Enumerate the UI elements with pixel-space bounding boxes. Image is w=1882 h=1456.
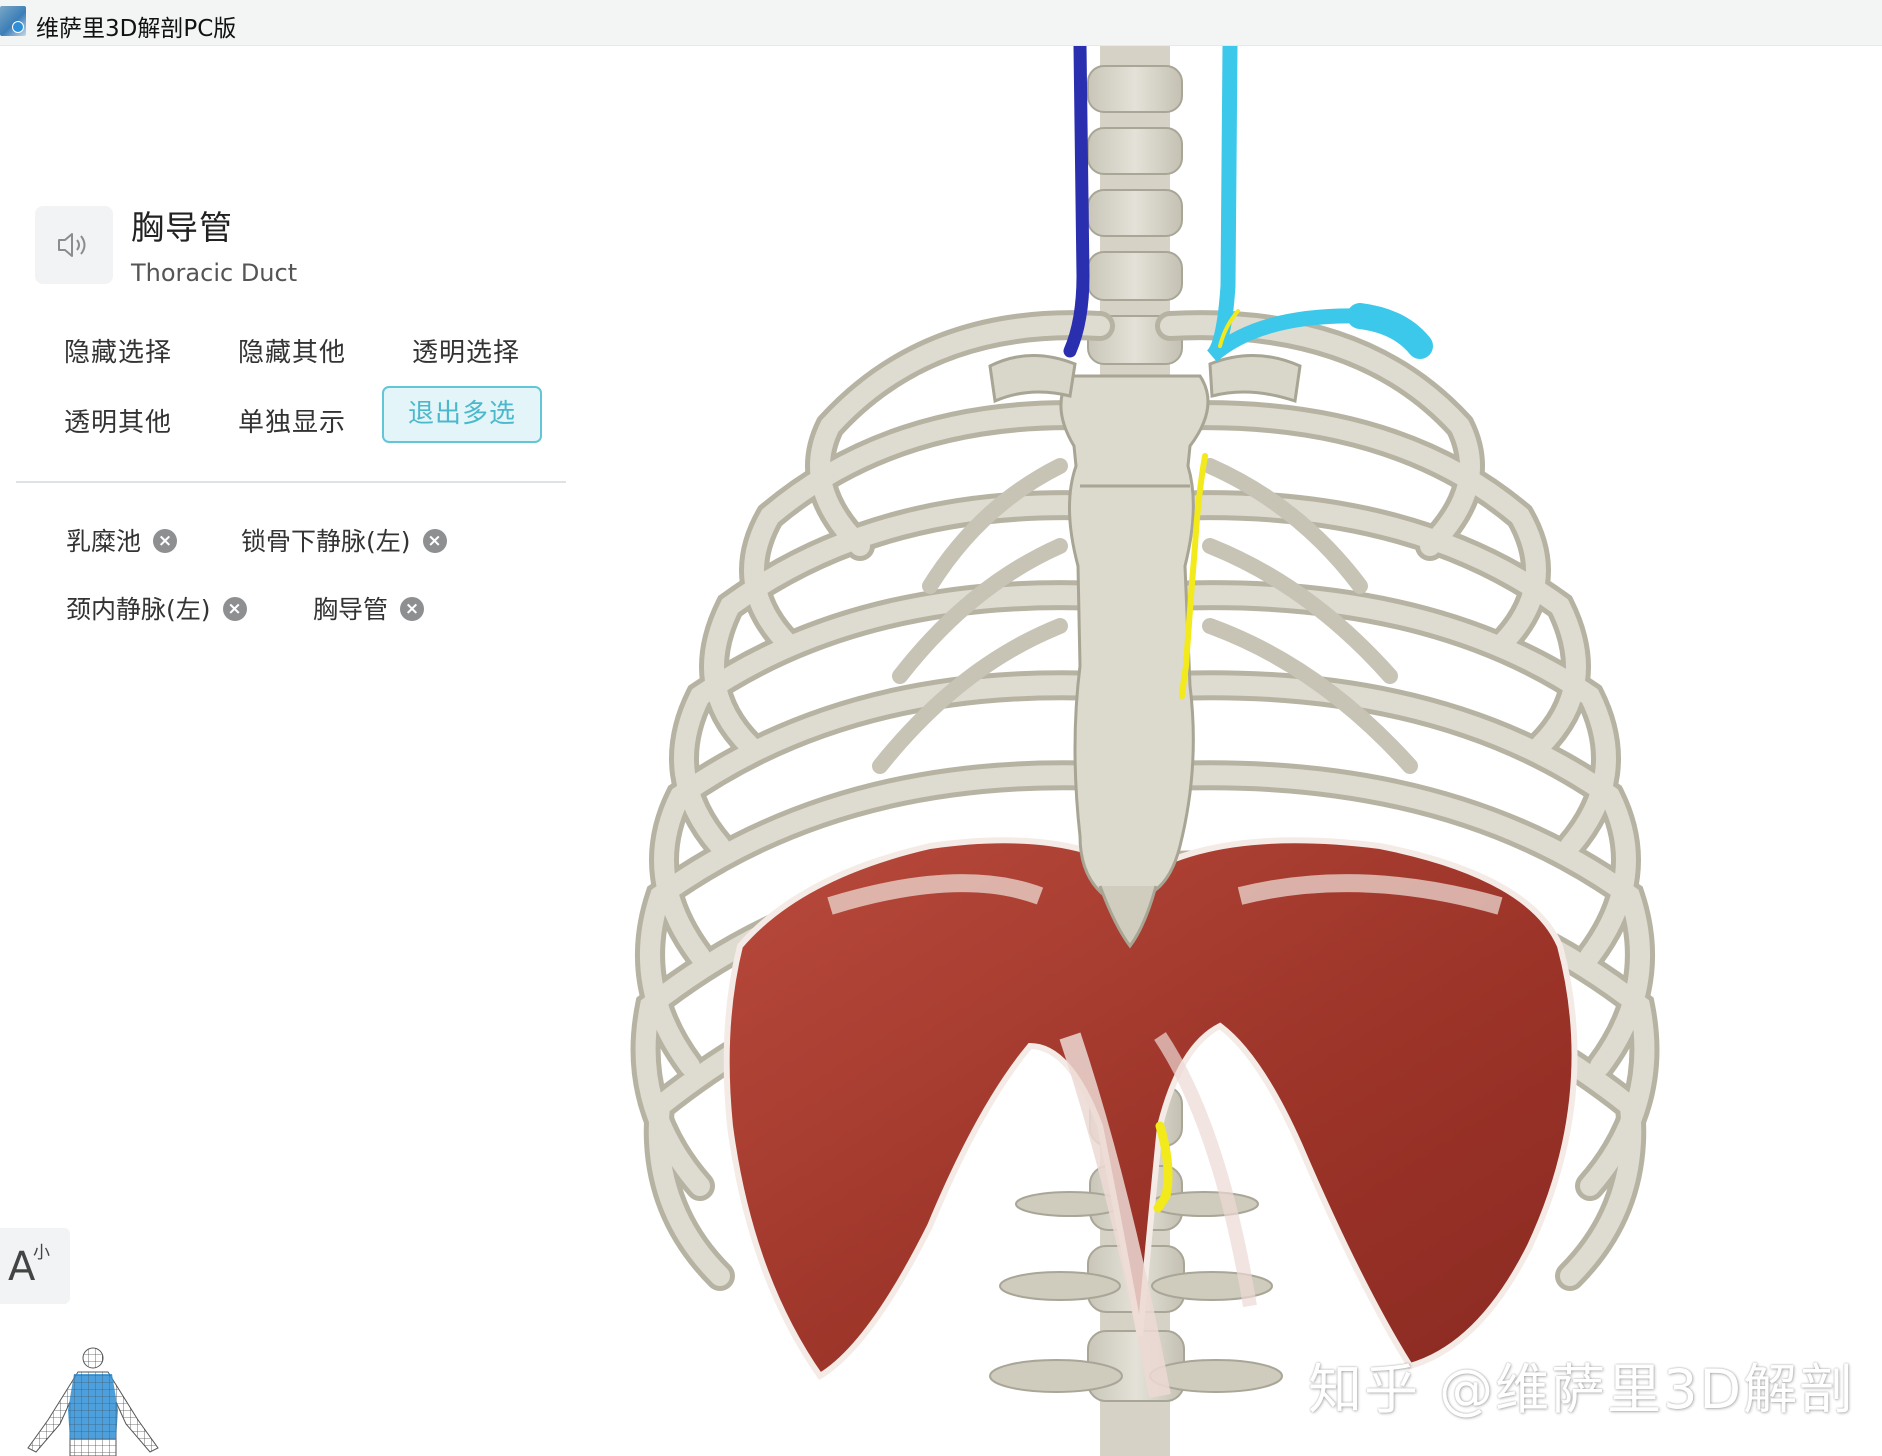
exit-multiselect-button[interactable]: 退出多选 bbox=[382, 386, 542, 443]
hide-others-button[interactable]: 隐藏其他 bbox=[212, 326, 372, 380]
app-icon bbox=[0, 6, 26, 36]
selected-item-chip: 乳糜池 × bbox=[66, 520, 178, 564]
selected-item-chip: 胸导管 × bbox=[313, 588, 425, 632]
chip-label: 胸导管 bbox=[313, 595, 389, 624]
panel-divider bbox=[16, 481, 566, 483]
selected-item-chip: 锁骨下静脉(左) × bbox=[241, 520, 447, 564]
font-size-small-glyph: 小 bbox=[33, 1243, 50, 1263]
pronunciation-speaker-button[interactable] bbox=[35, 206, 113, 284]
hide-selected-button[interactable]: 隐藏选择 bbox=[38, 326, 198, 380]
show-only-button[interactable]: 单独显示 bbox=[212, 396, 372, 450]
transparent-selected-button[interactable]: 透明选择 bbox=[386, 326, 546, 380]
transparent-others-button[interactable]: 透明其他 bbox=[38, 396, 198, 450]
remove-chip-icon[interactable]: × bbox=[422, 529, 447, 553]
body-navigator-icon[interactable] bbox=[18, 1340, 168, 1456]
chip-label: 锁骨下静脉(左) bbox=[241, 527, 411, 556]
diaphragm-muscle bbox=[723, 837, 1578, 1399]
anatomy-3d-viewport[interactable] bbox=[600, 46, 1882, 1456]
remove-chip-icon[interactable]: × bbox=[400, 597, 425, 621]
structure-name-english: Thoracic Duct bbox=[131, 259, 298, 287]
chip-label: 颈内静脉(左) bbox=[66, 595, 211, 624]
remove-chip-icon[interactable]: × bbox=[222, 597, 247, 621]
selected-item-chip: 颈内静脉(左) × bbox=[66, 588, 247, 632]
font-size-toggle-button[interactable]: A 小 bbox=[0, 1228, 70, 1304]
remove-chip-icon[interactable]: × bbox=[153, 529, 178, 553]
window-title-bar: 维萨里3D解剖PC版 bbox=[0, 0, 1882, 46]
left-internal-jugular-vein bbox=[1063, 46, 1090, 358]
chip-label: 乳糜池 bbox=[66, 527, 142, 556]
font-size-big-glyph: A bbox=[8, 1244, 36, 1290]
speaker-icon bbox=[58, 233, 86, 257]
watermark-text: 知乎 @维萨里3D解剖 bbox=[1308, 1358, 1856, 1421]
structure-name-chinese: 胸导管 bbox=[131, 208, 233, 247]
window-title: 维萨里3D解剖PC版 bbox=[36, 16, 237, 42]
